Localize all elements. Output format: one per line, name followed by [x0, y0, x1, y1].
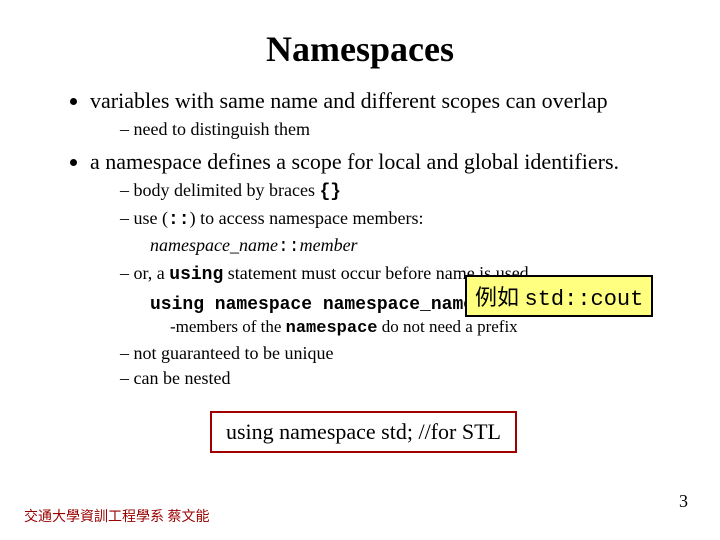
- stl-example-box: using namespace std; //for STL: [210, 411, 517, 453]
- bullet-2-sublist-continued: not guaranteed to be unique can be neste…: [90, 342, 680, 391]
- namespace-member-example: namespace_name::member: [150, 234, 680, 259]
- bullet-2-sublist: body delimited by braces {} use (::) to …: [90, 179, 680, 287]
- main-bullet-list: variables with same name and different s…: [40, 88, 680, 391]
- slide-title: Namespaces: [40, 28, 680, 70]
- bullet-2-sub-5: can be nested: [120, 367, 680, 390]
- example-callout: 例如 std::cout: [465, 275, 653, 317]
- bullet-1-sublist: need to distinguish them: [90, 118, 680, 141]
- bullet-2-sub-4: not guaranteed to be unique: [120, 342, 680, 365]
- page-number: 3: [679, 491, 688, 512]
- bullet-2-sub-1: body delimited by braces {}: [120, 179, 680, 204]
- members-note: -members of the namespace do not need a …: [170, 317, 680, 338]
- callout-prefix: 例如: [475, 285, 525, 310]
- bullet-2-sub-2: use (::) to access namespace members: na…: [120, 207, 680, 260]
- bullet-2-text: a namespace defines a scope for local an…: [90, 149, 619, 174]
- bullet-1-text: variables with same name and different s…: [90, 88, 608, 113]
- callout-code: std::cout: [525, 287, 644, 312]
- bullet-2: a namespace defines a scope for local an…: [90, 149, 680, 390]
- bullet-1: variables with same name and different s…: [90, 88, 680, 141]
- footer-attribution: 交通大學資訓工程學系 蔡文能: [24, 506, 210, 526]
- bullet-1-sub-1: need to distinguish them: [120, 118, 680, 141]
